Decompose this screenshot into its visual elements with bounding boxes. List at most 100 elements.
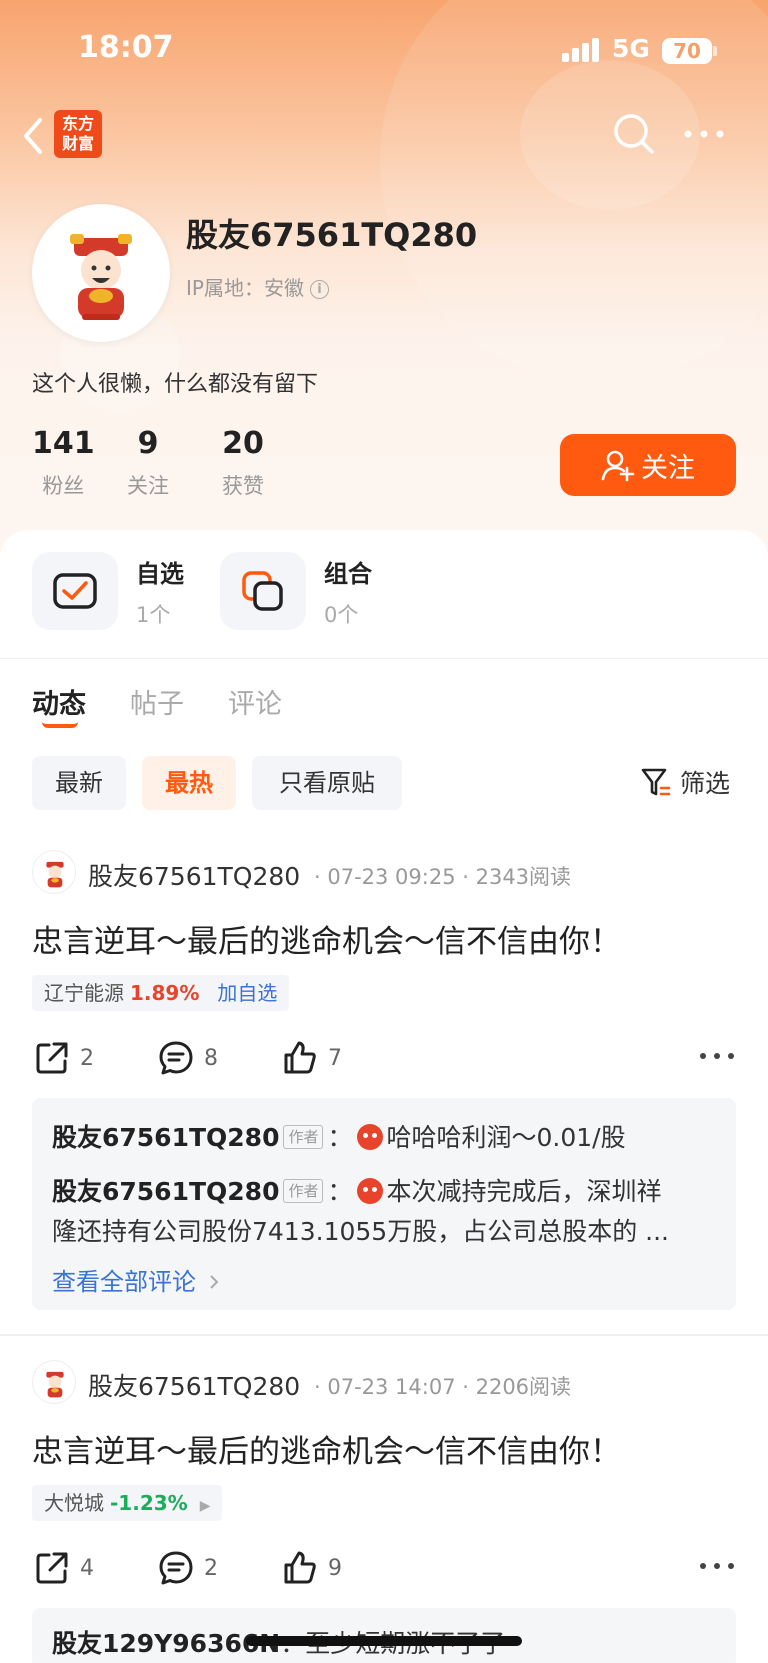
network-label: 5G [612,34,650,63]
tab-dynamics[interactable]: 动态 [32,682,86,721]
comment-icon [159,1041,193,1075]
like-count: 9 [328,1555,342,1581]
stat-following[interactable]: 9 关注 [127,426,169,500]
comment-item: 股友67561TQ280 作者：哈哈哈利润～0.01/股 [52,1123,626,1152]
view-all-comments-link[interactable]: 查看全部评论 [52,1262,220,1297]
shortcut-count: 0个 [324,602,359,627]
back-button[interactable] [14,112,54,164]
god-of-wealth-avatar-icon [46,1371,64,1398]
stock-change: -1.23% [110,1491,188,1515]
like-action[interactable]: 7 [282,1040,342,1076]
post-more-icon[interactable] [700,1053,734,1063]
post-author-name[interactable]: 股友67561TQ280 [88,857,300,893]
share-count: 4 [80,1555,94,1581]
divider [0,658,768,659]
stat-value: 20 [222,426,264,461]
tab-comments[interactable]: 评论 [228,682,282,721]
app-logo: 东方 财富 [54,110,102,158]
stat-likes[interactable]: 20 获赞 [222,426,264,500]
filter-funnel-icon [641,768,671,796]
share-action[interactable]: 4 [34,1550,94,1586]
thumbs-up-icon [284,1041,316,1074]
post-title[interactable]: 忠言逆耳～最后的逃命机会～信不信由你！ [32,916,621,961]
comment-text: 哈哈哈利润～0.01/股 [386,1123,626,1152]
triangle-right-icon: ▶ [199,1498,211,1514]
home-indicator [246,1636,522,1646]
comment-count: 2 [204,1555,218,1581]
search-button[interactable] [610,110,658,158]
filter-original-only[interactable]: 只看原贴 [252,756,402,810]
stat-label: 获赞 [222,474,264,498]
post-meta: · 07-23 09:25 · 2343阅读 [314,865,572,889]
stat-fans[interactable]: 141 粉丝 [32,426,95,500]
comment-action[interactable]: 2 [158,1550,218,1586]
stat-value: 141 [32,426,95,461]
battery-tip [713,46,717,56]
post-more-icon[interactable] [700,1563,734,1573]
shortcut-count: 1个 [136,602,171,627]
tab-posts[interactable]: 帖子 [130,682,184,721]
post-meta: · 07-23 14:07 · 2206阅读 [314,1375,572,1399]
stock-change: 1.89% [130,981,200,1005]
signal-icon [562,36,602,62]
screen-button[interactable]: 筛选 [640,764,730,800]
status-time: 18:07 [78,30,174,65]
god-of-wealth-avatar-icon [70,234,132,320]
info-icon[interactable]: i [309,280,329,299]
angry-emoji-icon [356,1178,383,1204]
comment-text-continued: 隆还持有公司股份7413.1055万股，占公司总股本的 ... [52,1217,669,1246]
battery-icon: 70 [662,38,712,64]
share-action[interactable]: 2 [34,1040,94,1076]
post-author-avatar[interactable] [32,1360,76,1404]
more-options-button[interactable] [680,118,728,150]
stock-name: 辽宁能源 [44,981,124,1005]
comment-author[interactable]: 股友67561TQ280 [52,1177,279,1206]
avatar[interactable] [32,204,170,342]
post-author-name[interactable]: 股友67561TQ280 [88,1367,300,1403]
filter-latest[interactable]: 最新 [32,756,126,810]
thumbs-up-icon [284,1551,316,1584]
add-watchlist-link[interactable]: 加自选 [217,981,277,1005]
portfolio-icon-box [220,552,306,630]
like-count: 7 [328,1045,342,1071]
checkbox-icon [53,573,97,609]
screen-label: 筛选 [680,769,731,798]
share-icon [36,1042,68,1074]
share-icon [36,1552,68,1584]
post-title[interactable]: 忠言逆耳～最后的逃命机会～信不信由你！ [32,1426,621,1471]
shortcut-title: 组合 [324,559,372,588]
stock-tag[interactable]: 辽宁能源 1.89% 加自选 [32,975,290,1011]
comment-action[interactable]: 8 [158,1040,218,1076]
like-action[interactable]: 9 [282,1550,342,1586]
more-horizontal-icon [684,130,724,138]
add-user-icon [601,450,635,482]
comment-item: 股友67561TQ280 作者：本次减持完成后，深圳祥 [52,1177,662,1206]
author-badge: 作者 [283,1125,324,1149]
follow-label: 关注 [641,452,695,484]
post-author-avatar[interactable] [32,850,76,894]
stock-tag[interactable]: 大悦城 -1.23% ▶ [32,1485,223,1521]
shortcut-portfolio[interactable]: 组合 0个 [220,552,372,630]
filter-hot[interactable]: 最热 [142,756,236,810]
stat-label: 粉丝 [42,474,85,498]
comment-icon [159,1551,193,1585]
portfolio-icon [242,571,283,611]
follow-button[interactable]: 关注 [560,434,736,496]
chevron-left-icon [24,118,42,154]
comment-author[interactable]: 股友67561TQ280 [52,1123,279,1152]
angry-emoji-icon [356,1124,383,1150]
share-count: 2 [80,1045,94,1071]
username: 股友67561TQ280 [186,216,478,254]
post-divider [0,1334,768,1336]
ip-location: IP属地：安徽 i [186,272,329,301]
view-all-label: 查看全部评论 [52,1268,196,1296]
chevron-right-icon [209,1275,219,1289]
shortcut-title: 自选 [136,559,184,588]
watchlist-icon-box [32,552,118,630]
comment-preview-box[interactable]: 股友67561TQ280 作者：哈哈哈利润～0.01/股 股友67561TQ280… [32,1098,736,1310]
god-of-wealth-avatar-icon [46,861,64,888]
author-badge: 作者 [283,1179,324,1203]
stat-value: 9 [137,426,159,461]
comment-count: 8 [204,1045,218,1071]
shortcut-watchlist[interactable]: 自选 1个 [32,552,184,630]
